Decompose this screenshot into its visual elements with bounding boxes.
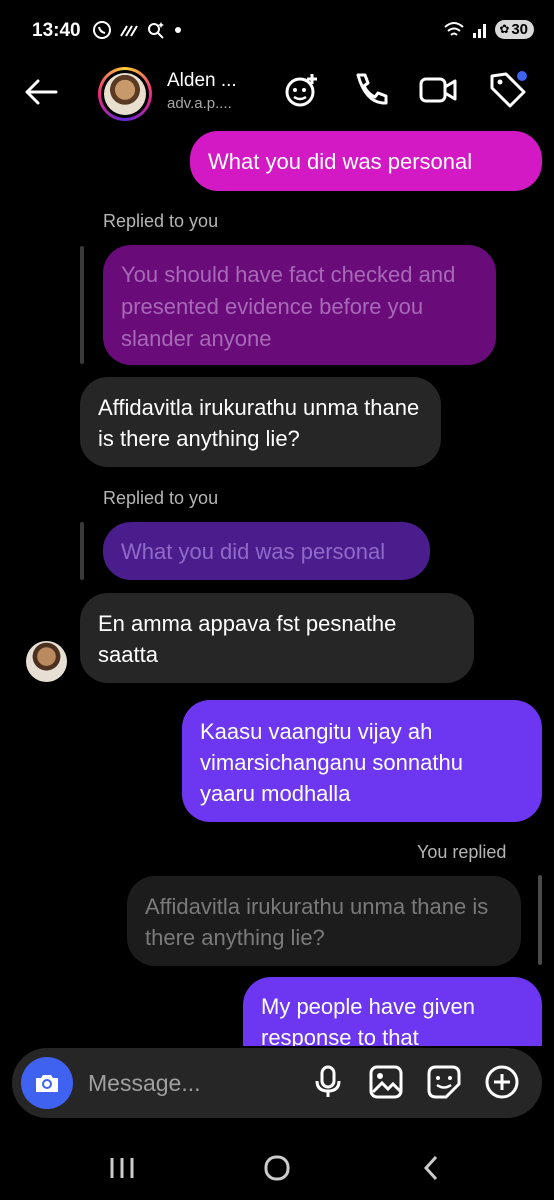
quoted-message[interactable]: You should have fact checked and present… bbox=[103, 245, 496, 365]
sticker-icon[interactable] bbox=[426, 1064, 462, 1100]
contact-name[interactable]: Alden ... bbox=[167, 70, 237, 92]
battery-saver-icon: ✿ bbox=[499, 22, 510, 36]
camera-icon bbox=[36, 1075, 58, 1092]
status-time: 13:40 bbox=[32, 20, 81, 41]
status-left-icons bbox=[92, 20, 183, 40]
system-nav-bar bbox=[0, 1140, 554, 1200]
sender-avatar[interactable] bbox=[26, 641, 67, 682]
quoted-message[interactable]: Affidavitla irukurathu unma thane is the… bbox=[127, 876, 521, 966]
microphone-icon[interactable] bbox=[310, 1064, 346, 1100]
reply-bar bbox=[80, 522, 84, 580]
reply-bar bbox=[80, 246, 84, 364]
contact-username[interactable]: adv.a.p.... bbox=[167, 95, 232, 112]
message-outgoing[interactable]: What you did was personal bbox=[190, 131, 542, 191]
phone-icon[interactable] bbox=[350, 70, 390, 110]
message-composer bbox=[12, 1048, 542, 1118]
reply-label: You replied bbox=[417, 842, 507, 862]
tag-icon[interactable] bbox=[488, 70, 528, 110]
reply-label: Replied to you bbox=[103, 488, 219, 508]
recent-apps-icon[interactable] bbox=[102, 1152, 142, 1184]
cell-signal-icon bbox=[473, 23, 487, 38]
status-right: ✿ 30 bbox=[443, 20, 534, 39]
contact-avatar[interactable] bbox=[98, 67, 152, 121]
reply-label: Replied to you bbox=[103, 211, 219, 231]
message-text: What you did was personal bbox=[208, 149, 473, 174]
quoted-text: Affidavitla irukurathu unma thane is the… bbox=[145, 894, 489, 950]
scrollbar[interactable] bbox=[538, 875, 542, 965]
message-text: Affidavitla irukurathu unma thane is the… bbox=[98, 395, 420, 451]
video-icon[interactable] bbox=[418, 70, 458, 110]
quoted-message[interactable]: What you did was personal bbox=[103, 522, 430, 580]
status-bar: 13:40 ✿ 30 bbox=[0, 0, 554, 62]
message-text: My people have given response to that bbox=[261, 994, 476, 1046]
back-arrow-icon[interactable] bbox=[22, 72, 62, 112]
dot-icon bbox=[175, 27, 181, 33]
message-text: Kaasu vaangitu vijay ah vimarsichanganu … bbox=[200, 719, 463, 806]
gallery-icon[interactable] bbox=[368, 1064, 404, 1100]
battery-indicator: ✿ 30 bbox=[495, 20, 534, 39]
quoted-text: What you did was personal bbox=[121, 539, 386, 564]
message-input[interactable] bbox=[88, 1066, 288, 1100]
message-text: En amma appava fst pesnathe saatta bbox=[98, 611, 397, 667]
add-icon[interactable] bbox=[484, 1064, 520, 1100]
message-incoming[interactable]: Affidavitla irukurathu unma thane is the… bbox=[80, 377, 441, 467]
back-nav-icon[interactable] bbox=[412, 1152, 452, 1184]
chat-header: Alden ... adv.a.p.... bbox=[0, 62, 554, 122]
wifi-icon bbox=[444, 21, 464, 36]
quoted-text: You should have fact checked and present… bbox=[121, 262, 456, 351]
camera-button[interactable] bbox=[21, 1057, 73, 1109]
whatsapp-icon bbox=[93, 21, 111, 39]
battery-level: 30 bbox=[511, 21, 528, 38]
message-incoming[interactable]: En amma appava fst pesnathe saatta bbox=[80, 593, 474, 683]
message-outgoing[interactable]: Kaasu vaangitu vijay ah vimarsichanganu … bbox=[182, 700, 542, 822]
message-clip: My people have given response to that bbox=[0, 976, 554, 1046]
search-sparkle-icon bbox=[148, 22, 164, 39]
effects-icon[interactable] bbox=[282, 70, 322, 110]
home-icon[interactable] bbox=[257, 1152, 297, 1184]
message-outgoing[interactable]: My people have given response to that bbox=[243, 977, 542, 1046]
signal-icon bbox=[120, 25, 138, 37]
